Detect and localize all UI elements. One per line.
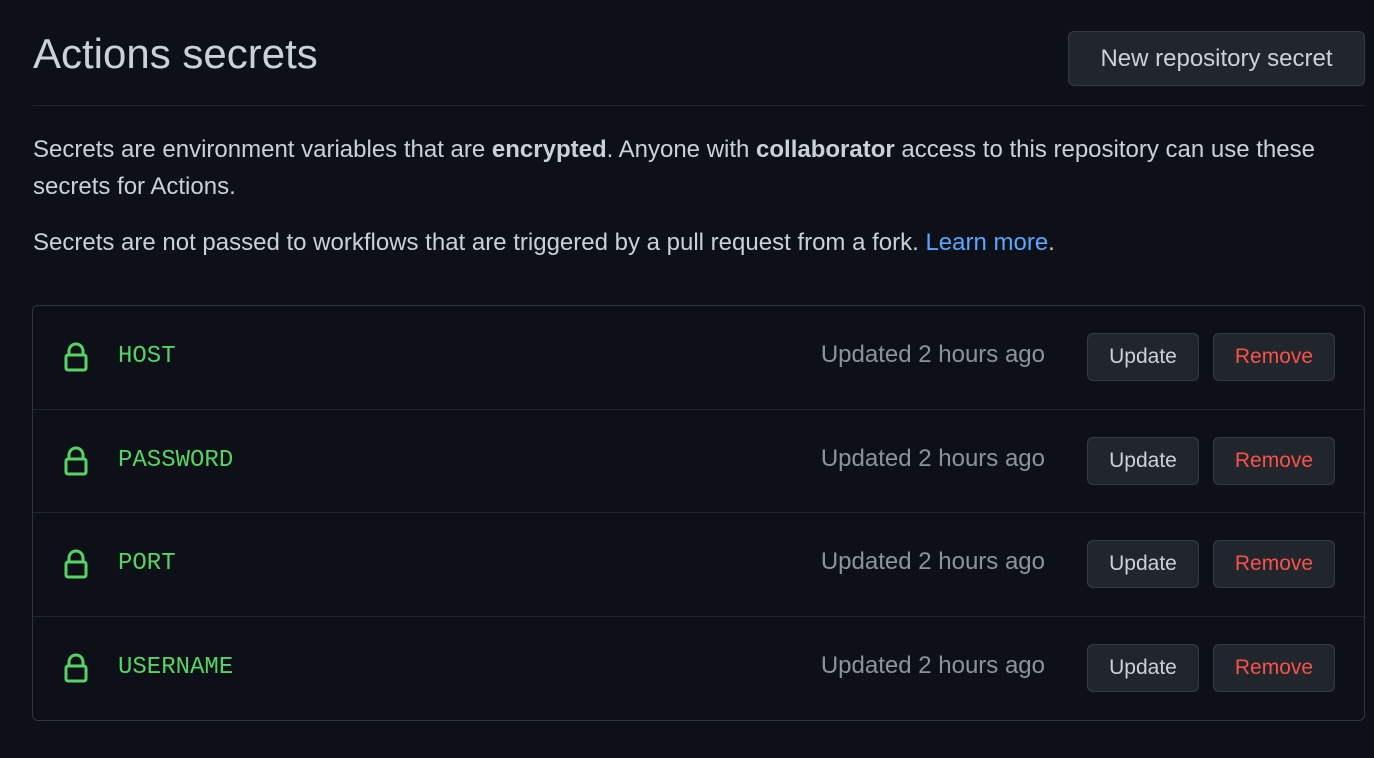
fork-note-text: Secrets are not passed to workflows that… [33,229,926,256]
update-secret-button[interactable]: Update [1087,333,1199,381]
secret-row: PORT Updated 2 hours ago Update Remove [33,513,1364,617]
lock-icon [64,446,88,475]
secret-name: HOST [118,343,176,370]
remove-secret-button[interactable]: Remove [1213,333,1335,381]
secret-updated-time: Updated 2 hours ago [820,341,1045,368]
fork-note: Secrets are not passed to workflows that… [33,224,1055,261]
lock-icon [64,653,88,682]
secret-updated-time: Updated 2 hours ago [820,651,1045,679]
new-repository-secret-button[interactable]: New repository secret [1068,31,1365,86]
description-bold-collaborator: collaborator [756,136,895,163]
description-text-1: Secrets are environment variables that a… [33,136,492,163]
remove-secret-button[interactable]: Remove [1213,540,1335,588]
secret-name: PASSWORD [118,446,234,474]
update-secret-button[interactable]: Update [1087,643,1199,692]
actions-secrets-page: Actions secrets New repository secret Se… [0,0,1374,758]
secret-updated-time: Updated 2 hours ago [820,548,1045,575]
remove-secret-button[interactable]: Remove [1213,436,1335,485]
fork-note-suffix: . [1048,229,1055,256]
page-header: Actions secrets New repository secret [33,0,1365,106]
remove-secret-button[interactable]: Remove [1213,643,1335,692]
secret-row: USERNAME Updated 2 hours ago Update Remo… [33,617,1364,721]
secrets-description: Secrets are environment variables that a… [33,131,1363,205]
page-title: Actions secrets [33,30,318,77]
secret-name: PORT [118,550,176,577]
secret-name: USERNAME [118,653,234,681]
description-text-2: . Anyone with [606,136,757,163]
update-secret-button[interactable]: Update [1087,540,1199,588]
learn-more-link[interactable]: Learn more [925,229,1048,256]
secrets-list: HOST Updated 2 hours ago Update Remove P… [32,305,1365,721]
description-bold-encrypted: encrypted [491,136,607,163]
secret-updated-time: Updated 2 hours ago [820,444,1045,472]
lock-icon [64,342,88,372]
secret-row: HOST Updated 2 hours ago Update Remove [33,306,1364,410]
secret-row: PASSWORD Updated 2 hours ago Update Remo… [33,410,1364,513]
update-secret-button[interactable]: Update [1087,436,1199,485]
lock-icon [64,549,88,579]
